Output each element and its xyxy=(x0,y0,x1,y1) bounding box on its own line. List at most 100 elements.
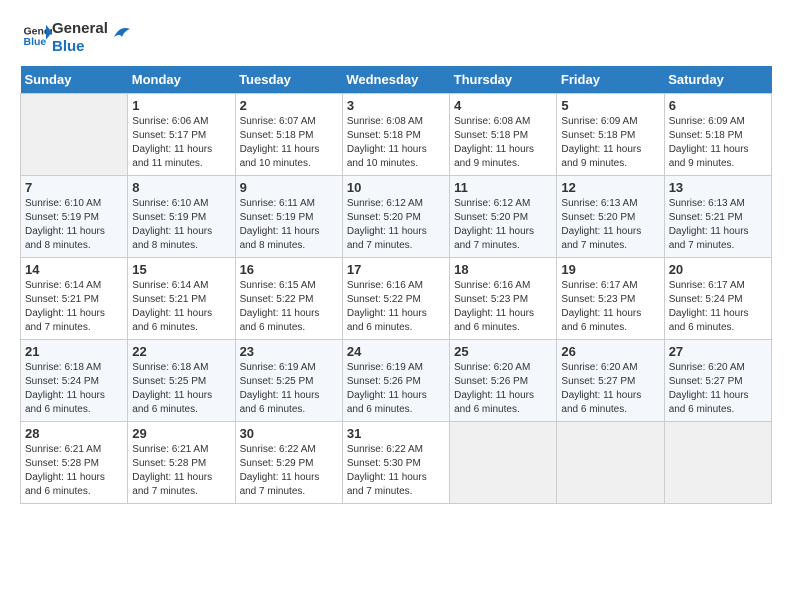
day-info: Sunrise: 6:09 AMSunset: 5:18 PMDaylight:… xyxy=(561,115,659,171)
day-info: Sunrise: 6:09 AMSunset: 5:18 PMDaylight:… xyxy=(669,115,767,171)
day-number: 30 xyxy=(240,426,338,441)
day-info: Sunrise: 6:11 AMSunset: 5:19 PMDaylight:… xyxy=(240,197,338,253)
day-number: 2 xyxy=(240,98,338,113)
logo-general: General xyxy=(52,20,108,38)
day-info: Sunrise: 6:19 AMSunset: 5:25 PMDaylight:… xyxy=(240,361,338,417)
day-info: Sunrise: 6:08 AMSunset: 5:18 PMDaylight:… xyxy=(454,115,552,171)
calendar-cell: 23 Sunrise: 6:19 AMSunset: 5:25 PMDayligh… xyxy=(235,340,342,422)
day-number: 15 xyxy=(132,262,230,277)
calendar-cell: 3Sunrise: 6:08 AMSunset: 5:18 PMDaylight… xyxy=(342,94,449,176)
day-number: 21 xyxy=(25,344,123,359)
calendar-cell: 15 Sunrise: 6:14 AMSunset: 5:21 PMDayligh… xyxy=(128,258,235,340)
calendar-cell: 26 Sunrise: 6:20 AMSunset: 5:27 PMDayligh… xyxy=(557,340,664,422)
calendar-cell: 7Sunrise: 6:10 AMSunset: 5:19 PMDaylight… xyxy=(21,176,128,258)
calendar-cell: 1 Sunrise: 6:06 AMSunset: 5:17 PMDaylight… xyxy=(128,94,235,176)
day-info: Sunrise: 6:17 AMSunset: 5:24 PMDaylight:… xyxy=(669,279,767,335)
day-number: 24 xyxy=(347,344,445,359)
day-number: 25 xyxy=(454,344,552,359)
day-info: Sunrise: 6:17 AMSunset: 5:23 PMDaylight:… xyxy=(561,279,659,335)
calendar-cell: 6Sunrise: 6:09 AMSunset: 5:18 PMDaylight… xyxy=(664,94,771,176)
calendar-cell: 10Sunrise: 6:12 AMSunset: 5:20 PMDayligh… xyxy=(342,176,449,258)
calendar-cell: 24 Sunrise: 6:19 AMSunset: 5:26 PMDayligh… xyxy=(342,340,449,422)
calendar-cell: 21 Sunrise: 6:18 AMSunset: 5:24 PMDayligh… xyxy=(21,340,128,422)
day-number: 1 xyxy=(132,98,230,113)
logo: General Blue General Blue xyxy=(20,20,132,56)
logo-bird-icon xyxy=(110,23,132,45)
weekday-header-sunday: Sunday xyxy=(21,66,128,94)
day-info: Sunrise: 6:12 AMSunset: 5:20 PMDaylight:… xyxy=(347,197,445,253)
day-number: 9 xyxy=(240,180,338,195)
calendar-cell: 8 Sunrise: 6:10 AMSunset: 5:19 PMDaylight… xyxy=(128,176,235,258)
day-number: 14 xyxy=(25,262,123,277)
day-info: Sunrise: 6:18 AMSunset: 5:24 PMDaylight:… xyxy=(25,361,123,417)
weekday-header-monday: Monday xyxy=(128,66,235,94)
calendar-cell: 11 Sunrise: 6:12 AMSunset: 5:20 PMDayligh… xyxy=(450,176,557,258)
day-number: 8 xyxy=(132,180,230,195)
day-info: Sunrise: 6:10 AMSunset: 5:19 PMDaylight:… xyxy=(132,197,230,253)
day-number: 12 xyxy=(561,180,659,195)
calendar-cell: 16Sunrise: 6:15 AMSunset: 5:22 PMDayligh… xyxy=(235,258,342,340)
day-info: Sunrise: 6:20 AMSunset: 5:27 PMDaylight:… xyxy=(669,361,767,417)
day-number: 31 xyxy=(347,426,445,441)
calendar-cell: 18Sunrise: 6:16 AMSunset: 5:23 PMDayligh… xyxy=(450,258,557,340)
day-number: 27 xyxy=(669,344,767,359)
day-info: Sunrise: 6:14 AMSunset: 5:21 PMDaylight:… xyxy=(132,279,230,335)
calendar-cell: 2 Sunrise: 6:07 AMSunset: 5:18 PMDaylight… xyxy=(235,94,342,176)
day-number: 16 xyxy=(240,262,338,277)
calendar-cell: 5 Sunrise: 6:09 AMSunset: 5:18 PMDaylight… xyxy=(557,94,664,176)
day-number: 29 xyxy=(132,426,230,441)
calendar-cell: 22 Sunrise: 6:18 AMSunset: 5:25 PMDayligh… xyxy=(128,340,235,422)
day-info: Sunrise: 6:14 AMSunset: 5:21 PMDaylight:… xyxy=(25,279,123,335)
calendar-cell: 28Sunrise: 6:21 AMSunset: 5:28 PMDayligh… xyxy=(21,422,128,504)
weekday-header-wednesday: Wednesday xyxy=(342,66,449,94)
day-info: Sunrise: 6:06 AMSunset: 5:17 PMDaylight:… xyxy=(132,115,230,171)
calendar-week-row: 7Sunrise: 6:10 AMSunset: 5:19 PMDaylight… xyxy=(21,176,772,258)
day-number: 19 xyxy=(561,262,659,277)
day-info: Sunrise: 6:13 AMSunset: 5:20 PMDaylight:… xyxy=(561,197,659,253)
day-number: 23 xyxy=(240,344,338,359)
day-info: Sunrise: 6:18 AMSunset: 5:25 PMDaylight:… xyxy=(132,361,230,417)
weekday-header-row: SundayMondayTuesdayWednesdayThursdayFrid… xyxy=(21,66,772,94)
calendar-cell: 9 Sunrise: 6:11 AMSunset: 5:19 PMDaylight… xyxy=(235,176,342,258)
calendar-cell: 14 Sunrise: 6:14 AMSunset: 5:21 PMDayligh… xyxy=(21,258,128,340)
day-number: 11 xyxy=(454,180,552,195)
calendar-cell: 4Sunrise: 6:08 AMSunset: 5:18 PMDaylight… xyxy=(450,94,557,176)
weekday-header-saturday: Saturday xyxy=(664,66,771,94)
day-info: Sunrise: 6:07 AMSunset: 5:18 PMDaylight:… xyxy=(240,115,338,171)
day-info: Sunrise: 6:13 AMSunset: 5:21 PMDaylight:… xyxy=(669,197,767,253)
calendar-week-row: 28Sunrise: 6:21 AMSunset: 5:28 PMDayligh… xyxy=(21,422,772,504)
day-number: 13 xyxy=(669,180,767,195)
day-info: Sunrise: 6:20 AMSunset: 5:27 PMDaylight:… xyxy=(561,361,659,417)
calendar-table: SundayMondayTuesdayWednesdayThursdayFrid… xyxy=(20,66,772,504)
day-number: 18 xyxy=(454,262,552,277)
day-info: Sunrise: 6:19 AMSunset: 5:26 PMDaylight:… xyxy=(347,361,445,417)
weekday-header-tuesday: Tuesday xyxy=(235,66,342,94)
day-number: 28 xyxy=(25,426,123,441)
calendar-week-row: 14 Sunrise: 6:14 AMSunset: 5:21 PMDayligh… xyxy=(21,258,772,340)
calendar-cell: 20Sunrise: 6:17 AMSunset: 5:24 PMDayligh… xyxy=(664,258,771,340)
calendar-cell: 17 Sunrise: 6:16 AMSunset: 5:22 PMDayligh… xyxy=(342,258,449,340)
calendar-cell: 30 Sunrise: 6:22 AMSunset: 5:29 PMDayligh… xyxy=(235,422,342,504)
svg-text:Blue: Blue xyxy=(24,36,47,48)
day-info: Sunrise: 6:16 AMSunset: 5:22 PMDaylight:… xyxy=(347,279,445,335)
day-info: Sunrise: 6:22 AMSunset: 5:29 PMDaylight:… xyxy=(240,443,338,499)
calendar-cell: 13 Sunrise: 6:13 AMSunset: 5:21 PMDayligh… xyxy=(664,176,771,258)
calendar-cell xyxy=(557,422,664,504)
day-number: 5 xyxy=(561,98,659,113)
page-header: General Blue General Blue xyxy=(20,20,772,56)
day-number: 22 xyxy=(132,344,230,359)
day-number: 3 xyxy=(347,98,445,113)
calendar-cell xyxy=(664,422,771,504)
day-info: Sunrise: 6:22 AMSunset: 5:30 PMDaylight:… xyxy=(347,443,445,499)
calendar-cell xyxy=(450,422,557,504)
day-number: 17 xyxy=(347,262,445,277)
day-info: Sunrise: 6:20 AMSunset: 5:26 PMDaylight:… xyxy=(454,361,552,417)
day-number: 26 xyxy=(561,344,659,359)
calendar-cell: 19 Sunrise: 6:17 AMSunset: 5:23 PMDayligh… xyxy=(557,258,664,340)
calendar-week-row: 21 Sunrise: 6:18 AMSunset: 5:24 PMDayligh… xyxy=(21,340,772,422)
calendar-cell: 27 Sunrise: 6:20 AMSunset: 5:27 PMDayligh… xyxy=(664,340,771,422)
calendar-cell: 25 Sunrise: 6:20 AMSunset: 5:26 PMDayligh… xyxy=(450,340,557,422)
day-info: Sunrise: 6:12 AMSunset: 5:20 PMDaylight:… xyxy=(454,197,552,253)
weekday-header-friday: Friday xyxy=(557,66,664,94)
calendar-cell: 31 Sunrise: 6:22 AMSunset: 5:30 PMDayligh… xyxy=(342,422,449,504)
